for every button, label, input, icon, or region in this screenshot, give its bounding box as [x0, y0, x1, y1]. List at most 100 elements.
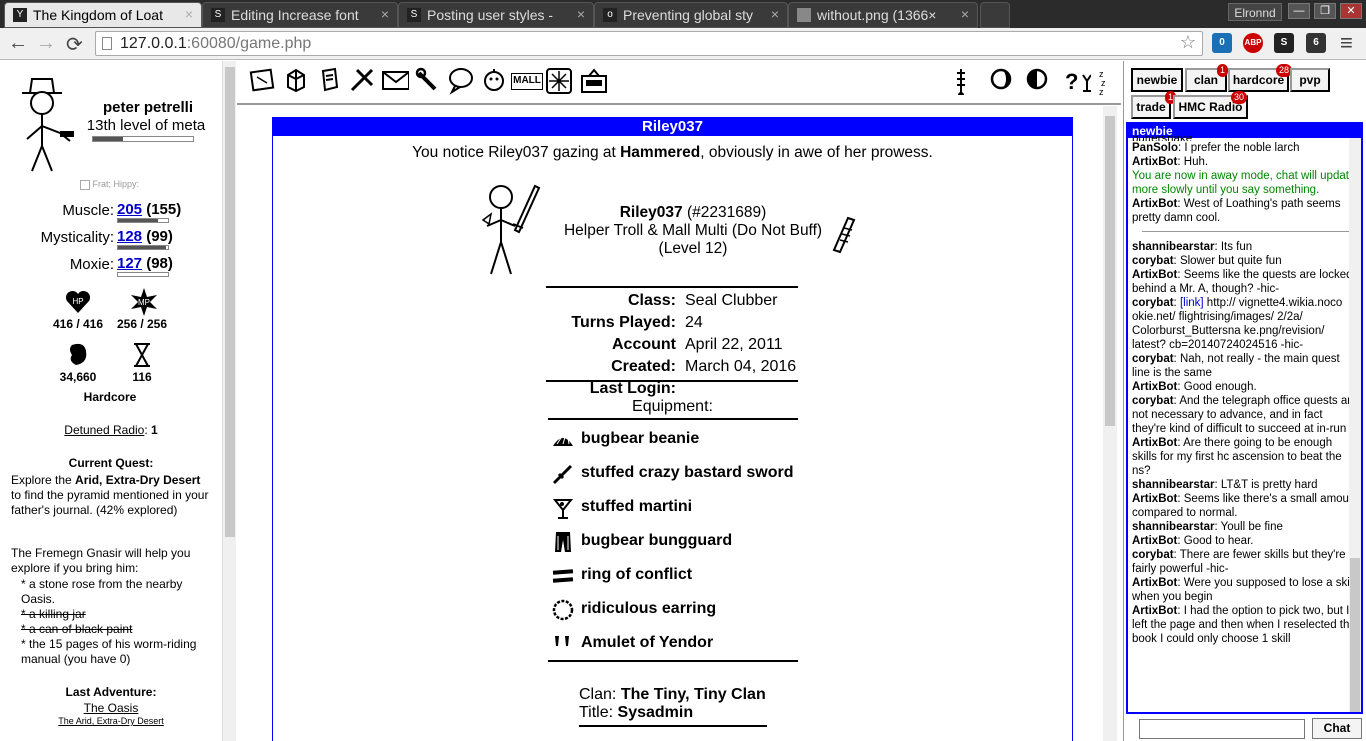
- chat-tab-hardcore[interactable]: hardcore 28: [1228, 64, 1293, 92]
- browser-tab-strip: Y The Kingdom of Loat × S Editing Increa…: [0, 0, 1366, 28]
- stat-buffed-link[interactable]: 128: [117, 228, 142, 245]
- close-window-button[interactable]: ✕: [1340, 3, 1362, 19]
- scrollbar-thumb[interactable]: [1105, 116, 1115, 426]
- chat-username[interactable]: shannibearstar: [1132, 241, 1214, 253]
- reload-button[interactable]: ⟳: [66, 32, 83, 57]
- scrollbar-thumb[interactable]: [225, 67, 235, 537]
- scrollbar-thumb[interactable]: [1350, 558, 1360, 712]
- clan-info: Clan: The Tiny, Tiny Clan Title: Sysadmi…: [579, 686, 839, 722]
- chat-username[interactable]: shannibearstar: [1132, 479, 1214, 491]
- tab-posting-user-styles[interactable]: S Posting user styles - ×: [398, 2, 594, 28]
- chat-tab-trade[interactable]: trade 1: [1131, 91, 1177, 119]
- quest-zone-link[interactable]: Arid, Extra-Dry Desert: [75, 473, 200, 487]
- ghostery-extension-icon[interactable]: 0: [1212, 33, 1232, 53]
- chat-username[interactable]: PanSolo: [1132, 142, 1178, 154]
- book-icon[interactable]: [317, 67, 345, 95]
- equipment-name: stuffed martini: [581, 498, 693, 515]
- clan-title: Sysadmin: [617, 704, 694, 721]
- chat-username[interactable]: ArtixBot: [1132, 605, 1177, 617]
- equipment-heading: Equipment:: [632, 398, 713, 415]
- chat-username[interactable]: ArtixBot: [1132, 535, 1177, 547]
- stat-buffed-link[interactable]: 127: [117, 255, 142, 272]
- sleep-icon[interactable]: zzz: [1097, 67, 1121, 95]
- tab-title: Posting user styles -: [427, 7, 554, 23]
- chat-tab-hmc-radio[interactable]: HMC Radio 30: [1173, 91, 1248, 119]
- main-pane-scrollbar[interactable]: [1103, 106, 1117, 741]
- bag-icon[interactable]: [283, 67, 311, 95]
- last-adventure-zone-link[interactable]: The Arid, Extra-Dry Desert: [0, 716, 222, 726]
- stat-buffed-link[interactable]: 205: [117, 201, 142, 218]
- bookmark-star-icon[interactable]: ☆: [1180, 32, 1196, 53]
- chat-username[interactable]: corybat: [1132, 549, 1174, 561]
- checkbox-icon[interactable]: [80, 179, 90, 190]
- chrome-menu-icon[interactable]: ≡: [1340, 30, 1353, 56]
- extension-icon[interactable]: 6: [1306, 33, 1326, 53]
- tab-without-png[interactable]: without.png (1366× ×: [788, 2, 978, 28]
- clan-link[interactable]: The Tiny, Tiny Clan: [621, 686, 766, 703]
- close-icon[interactable]: ×: [771, 6, 779, 22]
- tab-kingdom-of-loathing[interactable]: Y The Kingdom of Loat ×: [4, 2, 202, 28]
- chat-input[interactable]: [1139, 719, 1305, 739]
- heart-hp-icon[interactable]: HP: [64, 289, 92, 315]
- chat-message: shannibearstar: Its fun: [1132, 241, 1253, 253]
- adblock-plus-extension-icon[interactable]: ABP: [1243, 33, 1263, 53]
- close-icon[interactable]: ×: [381, 6, 389, 22]
- address-bar[interactable]: 127.0.0.1:60080/game.php ☆: [95, 31, 1203, 56]
- chat-tab-label: trade: [1136, 100, 1166, 114]
- mall-icon[interactable]: MALL: [511, 73, 543, 90]
- thermometer-icon[interactable]: [953, 67, 981, 95]
- moon-icon[interactable]: [989, 67, 1017, 95]
- chat-username[interactable]: corybat: [1132, 255, 1174, 267]
- chat-username[interactable]: ArtixBot: [1132, 577, 1177, 589]
- chat-bubble-icon[interactable]: [447, 67, 475, 95]
- wrench-icon[interactable]: [415, 67, 443, 95]
- chat-username[interactable]: ArtixBot: [1132, 437, 1177, 449]
- chat-tab-pvp[interactable]: pvp: [1290, 68, 1330, 92]
- chat-username[interactable]: shannibearstar: [1132, 521, 1214, 533]
- moon2-icon[interactable]: [1025, 67, 1053, 95]
- character-name[interactable]: peter petrelli: [88, 99, 208, 116]
- chat-tab-newbie[interactable]: newbie: [1131, 68, 1183, 92]
- chat-link[interactable]: [link]: [1180, 297, 1204, 309]
- radio-link[interactable]: Detuned Radio: [64, 423, 144, 437]
- chat-username[interactable]: corybat: [1132, 353, 1174, 365]
- back-button[interactable]: ←: [8, 32, 28, 55]
- help-icon[interactable]: ?: [1063, 67, 1091, 95]
- chat-send-button[interactable]: Chat: [1312, 718, 1362, 739]
- tab-preventing-global-styles[interactable]: o Preventing global sty ×: [594, 2, 788, 28]
- close-icon[interactable]: ×: [185, 6, 193, 22]
- last-adventure-link[interactable]: The Oasis: [0, 701, 222, 715]
- maximize-button[interactable]: ❐: [1314, 3, 1336, 19]
- chat-username[interactable]: ArtixBot: [1132, 269, 1177, 281]
- radio-icon[interactable]: [579, 67, 607, 95]
- close-icon[interactable]: ×: [961, 6, 969, 22]
- familiar-icon[interactable]: [481, 67, 509, 95]
- craft-icon[interactable]: [349, 67, 377, 95]
- chat-tab-clan[interactable]: clan 1: [1185, 64, 1229, 92]
- profile-button[interactable]: Elronnd: [1228, 3, 1282, 21]
- star-mp-icon[interactable]: MP: [129, 287, 159, 317]
- compass-icon[interactable]: [545, 67, 573, 95]
- forward-button[interactable]: →: [36, 32, 56, 55]
- player-profile: Riley037 You notice Riley037 gazing at H…: [272, 117, 1073, 741]
- mail-icon[interactable]: [381, 67, 409, 95]
- chat-username[interactable]: corybat: [1132, 297, 1174, 309]
- path-checkbox[interactable]: Frat; Hippy:: [80, 179, 139, 190]
- minimize-button[interactable]: —: [1288, 3, 1310, 19]
- tab-editing-increase-font[interactable]: S Editing Increase font ×: [202, 2, 398, 28]
- inventory-icon[interactable]: [249, 67, 277, 95]
- chat-username[interactable]: ArtixBot: [1132, 198, 1177, 210]
- stylish-extension-icon[interactable]: S: [1274, 33, 1294, 53]
- new-tab-button[interactable]: [980, 2, 1010, 28]
- chat-username[interactable]: ArtixBot: [1132, 381, 1177, 393]
- chat-username[interactable]: corybat: [1132, 395, 1174, 407]
- unread-badge: 1: [1217, 64, 1229, 77]
- meat-icon: [70, 343, 87, 365]
- hourglass-icon: [134, 343, 150, 367]
- close-icon[interactable]: ×: [577, 6, 585, 22]
- avatar[interactable]: [12, 71, 82, 176]
- chat-username[interactable]: ArtixBot: [1132, 493, 1177, 505]
- chat-scrollbar[interactable]: [1349, 138, 1361, 712]
- left-pane-scrollbar[interactable]: [222, 61, 236, 741]
- chat-username[interactable]: ArtixBot: [1132, 156, 1177, 168]
